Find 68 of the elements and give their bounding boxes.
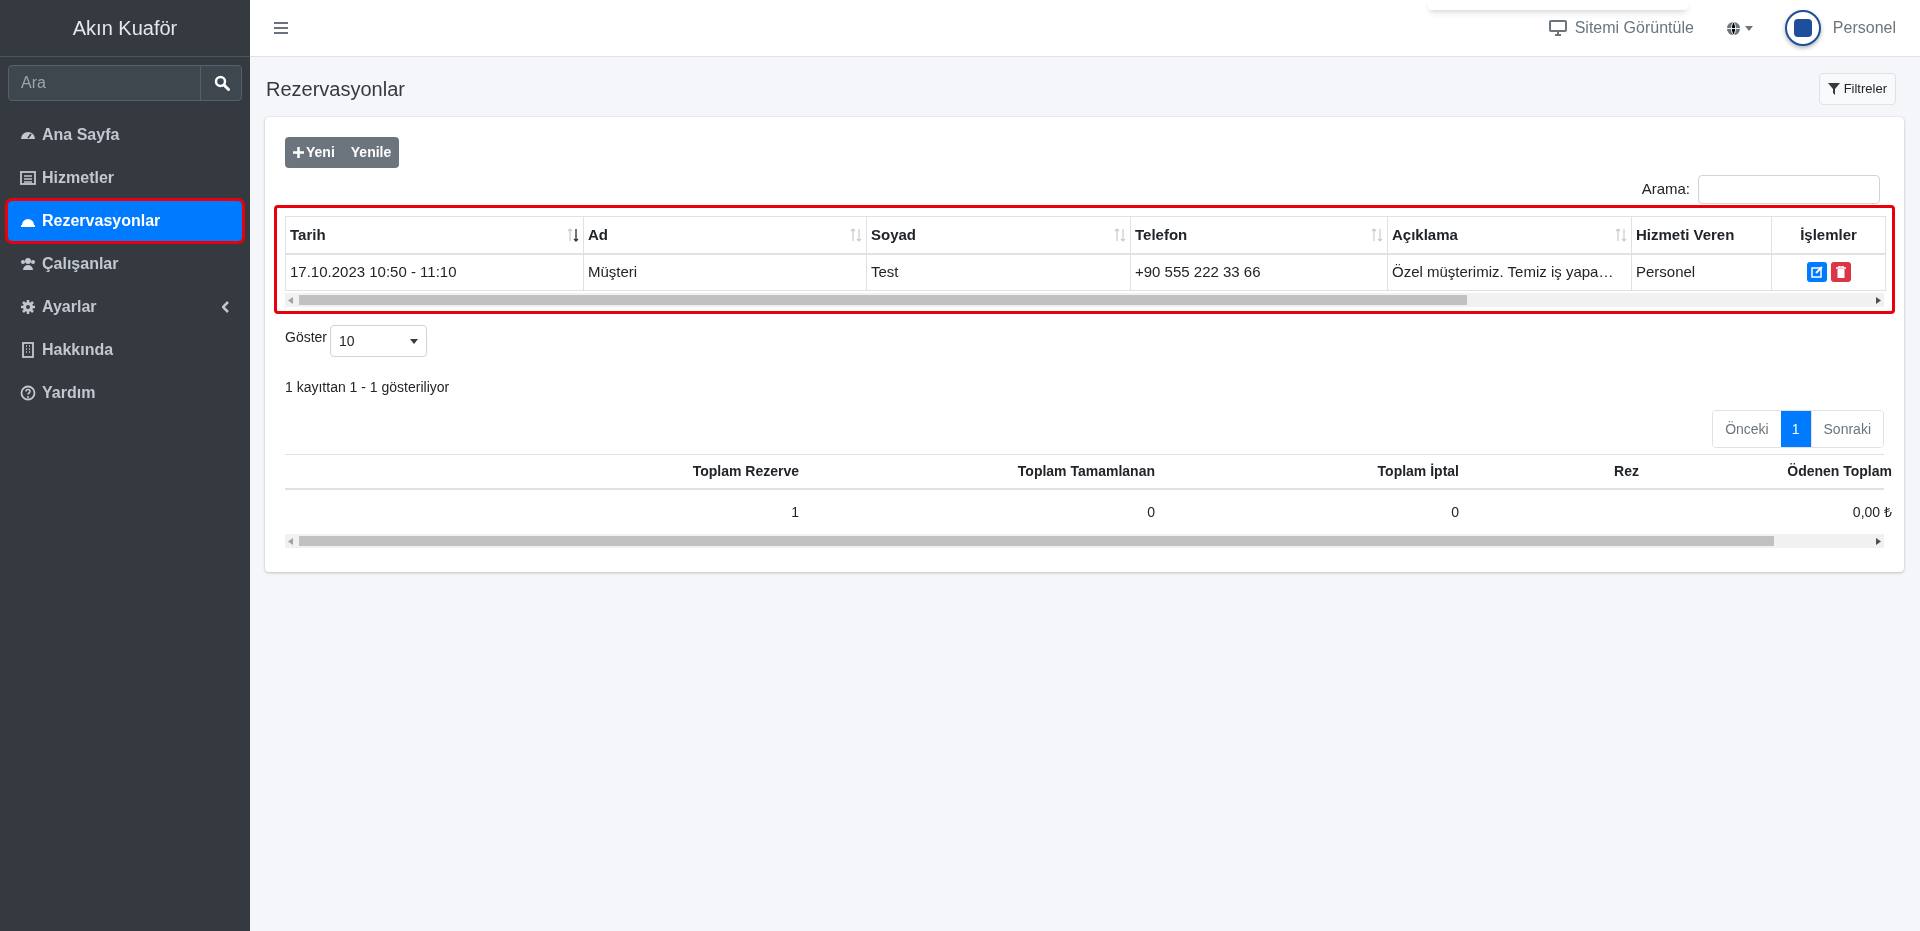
sidebar-search-field[interactable]: Ara xyxy=(8,65,242,101)
column-header: Hizmeti Veren xyxy=(1636,224,1735,245)
plus-icon xyxy=(293,147,304,158)
table-search-field[interactable] xyxy=(1698,175,1880,204)
sidebar-item[interactable]: Ana Sayfa xyxy=(8,115,242,155)
edit-icon xyxy=(1810,266,1823,279)
table-cell: Özel müşterimiz. Temiz iş yapa… xyxy=(1387,253,1632,291)
scrollbar-thumb[interactable] xyxy=(299,295,1467,305)
table-cell: Müşteri xyxy=(583,253,867,291)
scrollbar-thumb[interactable] xyxy=(299,536,1774,546)
column-header[interactable]: Soyad xyxy=(871,223,916,246)
sidebar-item[interactable]: Çalışanlar xyxy=(8,244,242,284)
building-icon xyxy=(20,342,36,358)
column-header[interactable]: Ad xyxy=(588,223,608,246)
filter-button[interactable]: Filtreler xyxy=(1818,73,1896,105)
scroll-left-icon xyxy=(288,537,293,545)
brand-title: Akın Kuaför xyxy=(72,16,178,41)
search-label: Arama: xyxy=(1641,179,1690,200)
table-cell-text: 0 xyxy=(1146,502,1156,522)
table-cell-text: 0 xyxy=(1450,502,1460,522)
toolbar-button[interactable]: Yeni xyxy=(285,137,343,168)
delete-button[interactable] xyxy=(1830,262,1851,283)
user-name[interactable]: Personel xyxy=(1832,16,1896,40)
sidebar-item[interactable]: Rezervasyonlar xyxy=(8,201,242,241)
edit-button[interactable] xyxy=(1806,262,1827,283)
table-cell: Personel xyxy=(1631,253,1772,291)
menu-icon xyxy=(274,22,288,34)
sidebar-item[interactable]: Hizmetler xyxy=(8,158,242,198)
table-cell: 17.10.2023 10:50 - 11:10 xyxy=(285,253,584,291)
view-site-link[interactable]: Sitemi Görüntüle xyxy=(1548,16,1694,40)
table-cell-text: 0,00 ₺ xyxy=(1851,502,1893,522)
column-header: İşlemler xyxy=(1800,224,1857,245)
language-button[interactable] xyxy=(1725,20,1753,36)
column-header: Toplam İptal xyxy=(1376,462,1460,481)
question-icon xyxy=(20,385,36,401)
column-header: Toplam Rezerve xyxy=(691,462,800,481)
users-icon xyxy=(20,256,36,272)
settings-icon xyxy=(20,299,36,315)
avatar-logo xyxy=(1784,10,1821,46)
column-header: Ödenen Toplam xyxy=(1786,462,1893,481)
page-button[interactable]: 1 xyxy=(1780,411,1811,447)
table-cell: +90 555 222 33 66 xyxy=(1130,253,1388,291)
page-button[interactable]: Sonraki xyxy=(1810,411,1883,447)
monitor-icon xyxy=(1548,20,1567,36)
scroll-right-icon xyxy=(1876,296,1881,304)
column-header: Rez xyxy=(1613,462,1640,481)
table-cell-text: 1 xyxy=(790,502,800,522)
page-length-select[interactable]: 10 xyxy=(330,325,427,357)
caret-icon xyxy=(1744,25,1753,31)
globe-icon xyxy=(1725,20,1741,36)
scroll-left-icon xyxy=(288,296,293,304)
caret-icon xyxy=(410,338,418,344)
sidebar-item[interactable]: Hakkında xyxy=(8,330,242,370)
column-header[interactable]: Açıklama xyxy=(1392,223,1458,246)
list-icon xyxy=(20,170,36,186)
show-label: Göster xyxy=(285,327,327,347)
sidebar-item[interactable]: Yardım xyxy=(8,373,242,413)
column-header[interactable]: Tarih xyxy=(290,223,326,246)
trash-icon xyxy=(1835,266,1846,279)
funnel-icon xyxy=(1827,83,1840,95)
table-info: 1 kayıttan 1 - 1 gösteriliyor xyxy=(285,378,451,397)
sidebar-item[interactable]: Ayarlar xyxy=(8,287,242,327)
column-header[interactable]: Telefon xyxy=(1135,223,1188,246)
column-header: Toplam Tamamlanan xyxy=(1016,462,1156,481)
page-title: Rezervasyonlar xyxy=(266,77,405,102)
scroll-right-icon xyxy=(1876,537,1881,545)
toolbar-button[interactable]: Yenile xyxy=(342,137,400,168)
table-cell: Test xyxy=(866,253,1131,291)
